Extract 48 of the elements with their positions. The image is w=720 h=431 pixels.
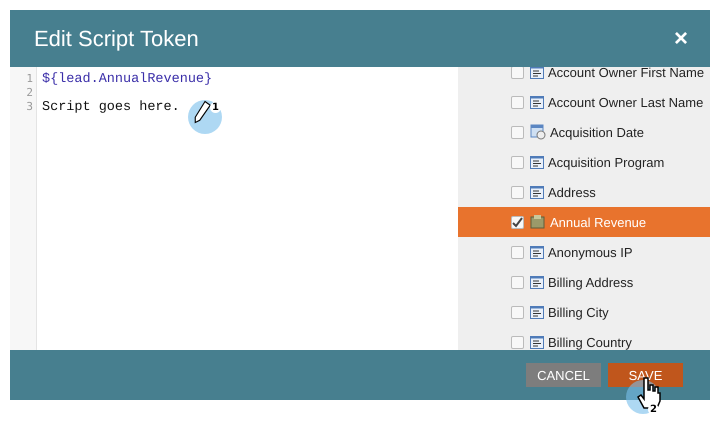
text-field-icon	[530, 276, 544, 288]
field-label: Account Owner First Name	[548, 67, 704, 80]
checkbox[interactable]	[511, 186, 524, 198]
checkbox[interactable]	[511, 67, 524, 78]
text-field-icon	[530, 186, 544, 198]
calendar-icon	[530, 124, 546, 140]
checkbox[interactable]	[511, 336, 524, 348]
checkbox[interactable]	[511, 306, 524, 318]
pencil-icon	[192, 100, 212, 124]
field-item[interactable]: Account Owner First Name	[458, 67, 710, 87]
field-item[interactable]: Acquisition Program	[458, 147, 710, 177]
field-item[interactable]: Account Owner Last Name	[458, 87, 710, 117]
checkbox[interactable]	[511, 126, 524, 138]
field-label: Address	[548, 184, 596, 200]
field-item[interactable]: Acquisition Date	[458, 117, 710, 147]
field-label: Billing Country	[548, 334, 632, 350]
field-label: Annual Revenue	[550, 214, 646, 230]
field-item[interactable]: Billing Address	[458, 267, 710, 297]
checkbox[interactable]	[511, 246, 524, 258]
field-item[interactable]: Billing Country	[458, 327, 710, 350]
checkbox[interactable]	[511, 96, 524, 108]
field-item[interactable]: Anonymous IP	[458, 237, 710, 267]
field-item[interactable]: Billing City	[458, 297, 710, 327]
checkbox[interactable]	[511, 276, 524, 288]
checkbox[interactable]	[511, 156, 524, 168]
field-label: Acquisition Program	[548, 154, 664, 170]
field-label: Acquisition Date	[550, 124, 644, 140]
line-number: 1	[25, 72, 34, 86]
dialog-title: Edit Script Token	[34, 26, 199, 52]
text-field-icon	[530, 306, 544, 318]
money-icon	[530, 214, 546, 230]
checkbox[interactable]	[511, 216, 524, 228]
line-number: 3	[25, 100, 34, 114]
field-label: Anonymous IP	[548, 244, 633, 260]
text-field-icon	[530, 246, 544, 258]
field-label: Account Owner Last Name	[548, 94, 704, 110]
cancel-button[interactable]: CANCEL	[526, 363, 601, 387]
code-line: ${lead.AnnualRevenue}	[42, 72, 212, 87]
field-label: Billing Address	[548, 274, 634, 290]
code-line: Script goes here.	[42, 100, 180, 115]
field-label: Billing City	[548, 304, 609, 320]
text-field-icon	[530, 156, 544, 168]
field-item[interactable]: Address	[458, 177, 710, 207]
close-button[interactable]: ×	[674, 26, 688, 50]
save-button[interactable]: SAVE	[608, 363, 683, 387]
text-field-icon	[530, 96, 544, 108]
line-number: 2	[25, 86, 34, 100]
step-number: 2	[648, 404, 659, 415]
